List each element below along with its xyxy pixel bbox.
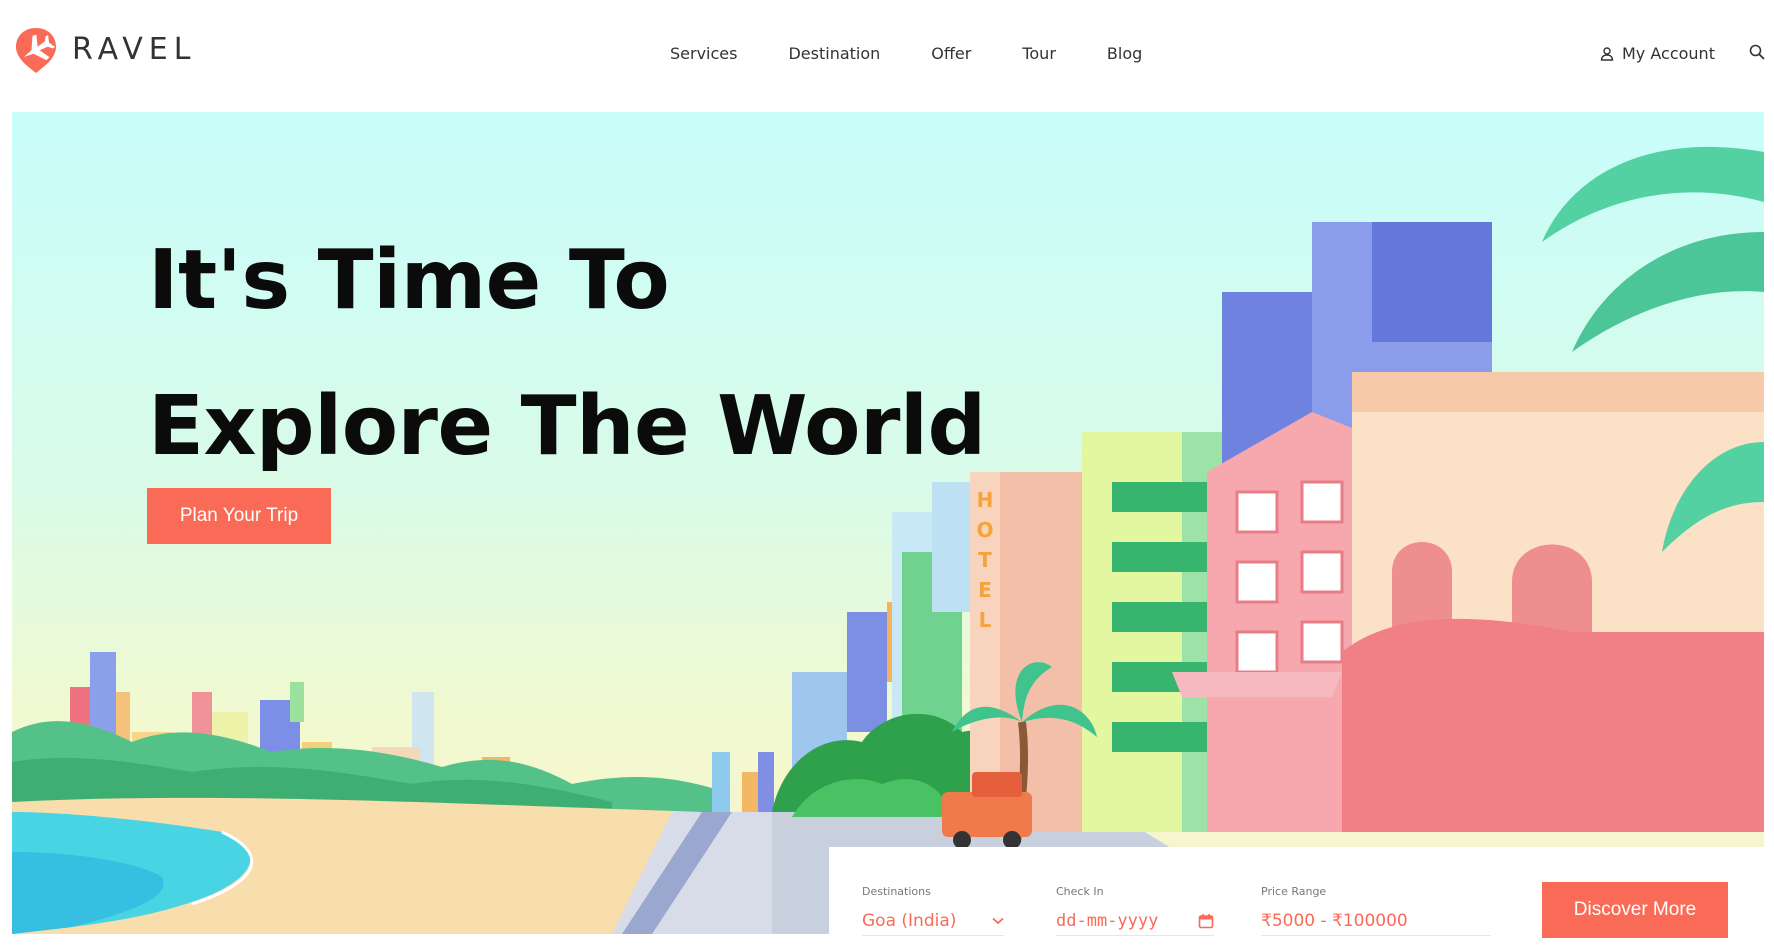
svg-text:L: L xyxy=(979,608,992,632)
destination-label: Destinations xyxy=(862,885,931,898)
destination-field[interactable]: Destinations Goa (India) xyxy=(862,885,1004,936)
checkin-label: Check In xyxy=(1056,885,1104,898)
nav-item-blog[interactable]: Blog xyxy=(1107,44,1142,63)
discover-more-button[interactable]: Discover More xyxy=(1542,882,1728,938)
svg-text:E: E xyxy=(978,578,992,602)
search-icon[interactable] xyxy=(1748,43,1766,61)
plan-your-trip-button[interactable]: Plan Your Trip xyxy=(147,488,331,544)
nav-item-services[interactable]: Services xyxy=(670,44,737,63)
destination-select[interactable]: Goa (India) xyxy=(862,906,1004,936)
hero-headline-line1: It's Time To xyxy=(148,233,670,328)
price-range-label: Price Range xyxy=(1261,885,1327,898)
price-range-input[interactable]: ₹5000 - ₹100000 xyxy=(1261,906,1491,936)
hero-headline-line2: Explore The World xyxy=(148,379,986,474)
user-icon xyxy=(1600,46,1614,61)
plane-pin-logo-icon xyxy=(16,28,56,73)
calendar-icon[interactable] xyxy=(1198,913,1214,929)
logo[interactable]: RAVEL xyxy=(10,24,196,76)
my-account-link[interactable]: My Account xyxy=(1600,44,1715,63)
nav-item-offer[interactable]: Offer xyxy=(931,44,971,63)
price-range-field[interactable]: Price Range ₹5000 - ₹100000 xyxy=(1261,885,1491,936)
site-header: RAVEL Services Destination Offer Tour Bl… xyxy=(0,0,1774,112)
brand-name: RAVEL xyxy=(72,31,197,67)
svg-text:O: O xyxy=(976,518,993,542)
checkin-date-input[interactable]: dd-mm-yyyy xyxy=(1056,906,1214,936)
chevron-down-icon xyxy=(992,917,1004,924)
nav-item-tour[interactable]: Tour xyxy=(1022,44,1056,63)
destination-value: Goa (India) xyxy=(862,910,957,931)
price-range-value: ₹5000 - ₹100000 xyxy=(1261,910,1408,931)
hero-headline: It's Time To Explore The World xyxy=(148,208,986,500)
hero-banner: H O T E L It's Time To Explore The World… xyxy=(12,112,1764,934)
checkin-placeholder: dd-mm-yyyy xyxy=(1056,910,1159,931)
booking-search-panel: Destinations Goa (India) Check In dd-mm-… xyxy=(829,847,1764,947)
main-nav: Services Destination Offer Tour Blog xyxy=(670,44,1142,63)
my-account-label: My Account xyxy=(1622,44,1715,63)
checkin-field[interactable]: Check In dd-mm-yyyy xyxy=(1056,885,1214,936)
nav-item-destination[interactable]: Destination xyxy=(788,44,880,63)
svg-text:T: T xyxy=(978,548,992,572)
